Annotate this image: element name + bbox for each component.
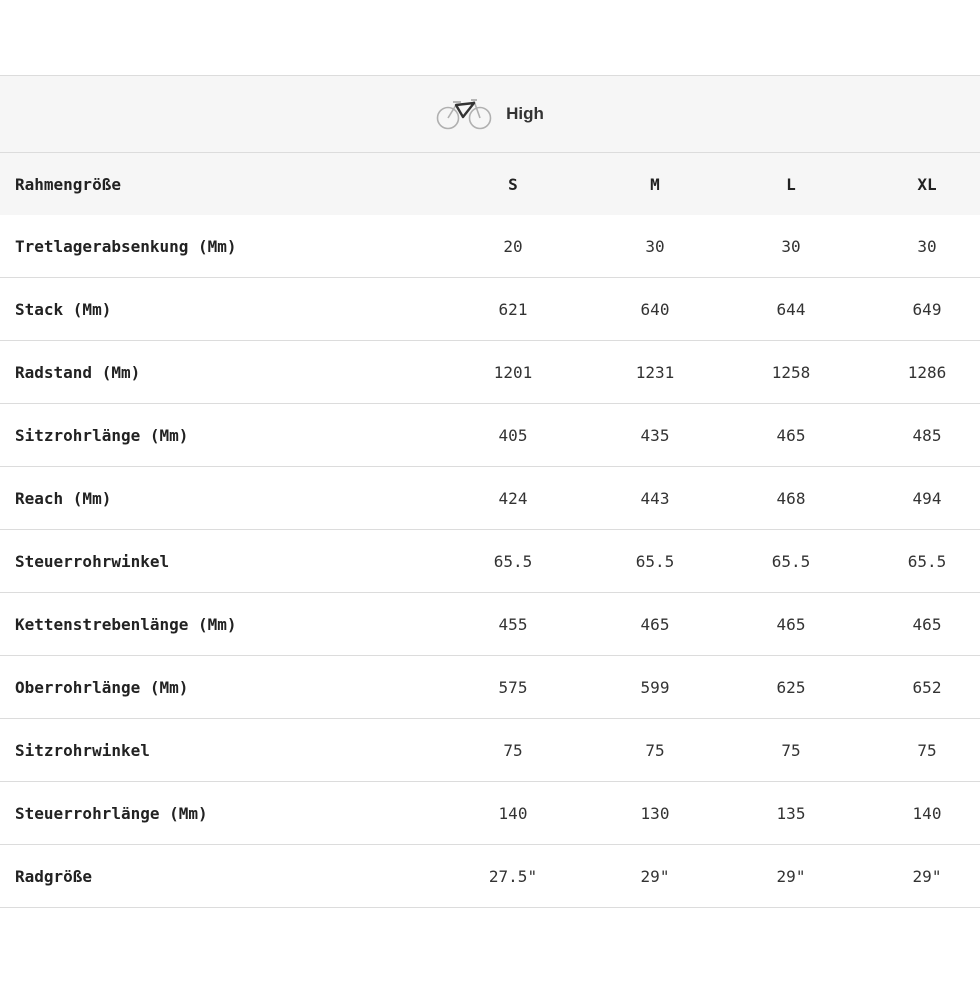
table-cell: 1286	[907, 362, 947, 382]
table-cell: 65.5	[493, 551, 533, 571]
table-cell: 435	[640, 425, 670, 445]
table-cell: 1231	[635, 362, 675, 382]
table-cell: 644	[776, 299, 806, 319]
row-label: Sitzrohrlänge (Mm)	[15, 425, 189, 445]
table-cell: 27.5"	[488, 866, 538, 886]
table-cell: 649	[912, 299, 942, 319]
row-label: Reach (Mm)	[15, 488, 112, 508]
table-cell: 625	[776, 677, 806, 697]
bicycle-icon	[436, 99, 492, 130]
table-cell: 135	[776, 803, 806, 823]
table-cell: 494	[912, 488, 942, 508]
table-cell: 20	[503, 236, 523, 256]
size-s: S	[508, 174, 518, 194]
table-row: Oberrohrlänge (Mm) 575 599 625 652	[0, 656, 980, 719]
table-cell: 640	[640, 299, 670, 319]
table-row: Radgröße 27.5" 29" 29" 29"	[0, 845, 980, 908]
size-l: L	[786, 174, 796, 194]
geometry-mode-toggle[interactable]: High	[0, 75, 980, 153]
table-cell: 30	[645, 236, 665, 256]
table-cell: 465	[640, 614, 670, 634]
row-label: Kettenstrebenlänge (Mm)	[15, 614, 237, 634]
table-cell: 1258	[771, 362, 811, 382]
table-cell: 30	[917, 236, 937, 256]
table-cell: 65.5	[907, 551, 947, 571]
table-cell: 29"	[776, 866, 806, 886]
table-row: Sitzrohrlänge (Mm) 405 435 465 485	[0, 404, 980, 467]
table-cell: 30	[781, 236, 801, 256]
table-cell: 75	[781, 740, 801, 760]
table-cell: 1201	[493, 362, 533, 382]
table-cell: 621	[498, 299, 528, 319]
table-row: Steuerrohrlänge (Mm) 140 130 135 140	[0, 782, 980, 845]
size-header-row: Rahmengröße S M L XL	[0, 153, 980, 215]
table-cell: 468	[776, 488, 806, 508]
table-cell: 130	[640, 803, 670, 823]
size-m: M	[650, 174, 660, 194]
mode-label: High	[506, 104, 544, 123]
table-row: Reach (Mm) 424 443 468 494	[0, 467, 980, 530]
table-cell: 29"	[912, 866, 942, 886]
table-row: Radstand (Mm) 1201 1231 1258 1286	[0, 341, 980, 404]
row-label: Oberrohrlänge (Mm)	[15, 677, 189, 697]
header-label: Rahmengröße	[15, 174, 121, 194]
size-xl: XL	[917, 174, 937, 194]
table-cell: 575	[498, 677, 528, 697]
row-label: Tretlagerabsenkung (Mm)	[15, 236, 237, 256]
table-row: Kettenstrebenlänge (Mm) 455 465 465 465	[0, 593, 980, 656]
row-label: Stack (Mm)	[15, 299, 112, 319]
row-label: Steuerrohrlänge (Mm)	[15, 803, 208, 823]
geometry-table: High Rahmengröße S M L XL Tretlagerabsen…	[0, 75, 980, 908]
row-label: Steuerrohrwinkel	[15, 551, 170, 571]
table-cell: 140	[498, 803, 528, 823]
table-cell: 75	[503, 740, 523, 760]
table-cell: 465	[776, 614, 806, 634]
row-label: Sitzrohrwinkel	[15, 740, 150, 760]
table-cell: 75	[917, 740, 937, 760]
table-cell: 599	[640, 677, 670, 697]
table-cell: 29"	[640, 866, 670, 886]
table-row: Stack (Mm) 621 640 644 649	[0, 278, 980, 341]
table-cell: 465	[912, 614, 942, 634]
table-cell: 405	[498, 425, 528, 445]
table-cell: 485	[912, 425, 942, 445]
table-row: Steuerrohrwinkel 65.5 65.5 65.5 65.5	[0, 530, 980, 593]
table-cell: 424	[498, 488, 528, 508]
table-cell: 65.5	[635, 551, 675, 571]
table-cell: 443	[640, 488, 670, 508]
table-cell: 75	[645, 740, 665, 760]
table-row: Tretlagerabsenkung (Mm) 20 30 30 30	[0, 215, 980, 278]
table-cell: 465	[776, 425, 806, 445]
table-cell: 140	[912, 803, 942, 823]
table-cell: 455	[498, 614, 528, 634]
row-label: Radgröße	[15, 866, 93, 886]
row-label: Radstand (Mm)	[15, 362, 141, 382]
table-cell: 65.5	[771, 551, 811, 571]
table-cell: 652	[912, 677, 942, 697]
table-row: Sitzrohrwinkel 75 75 75 75	[0, 719, 980, 782]
